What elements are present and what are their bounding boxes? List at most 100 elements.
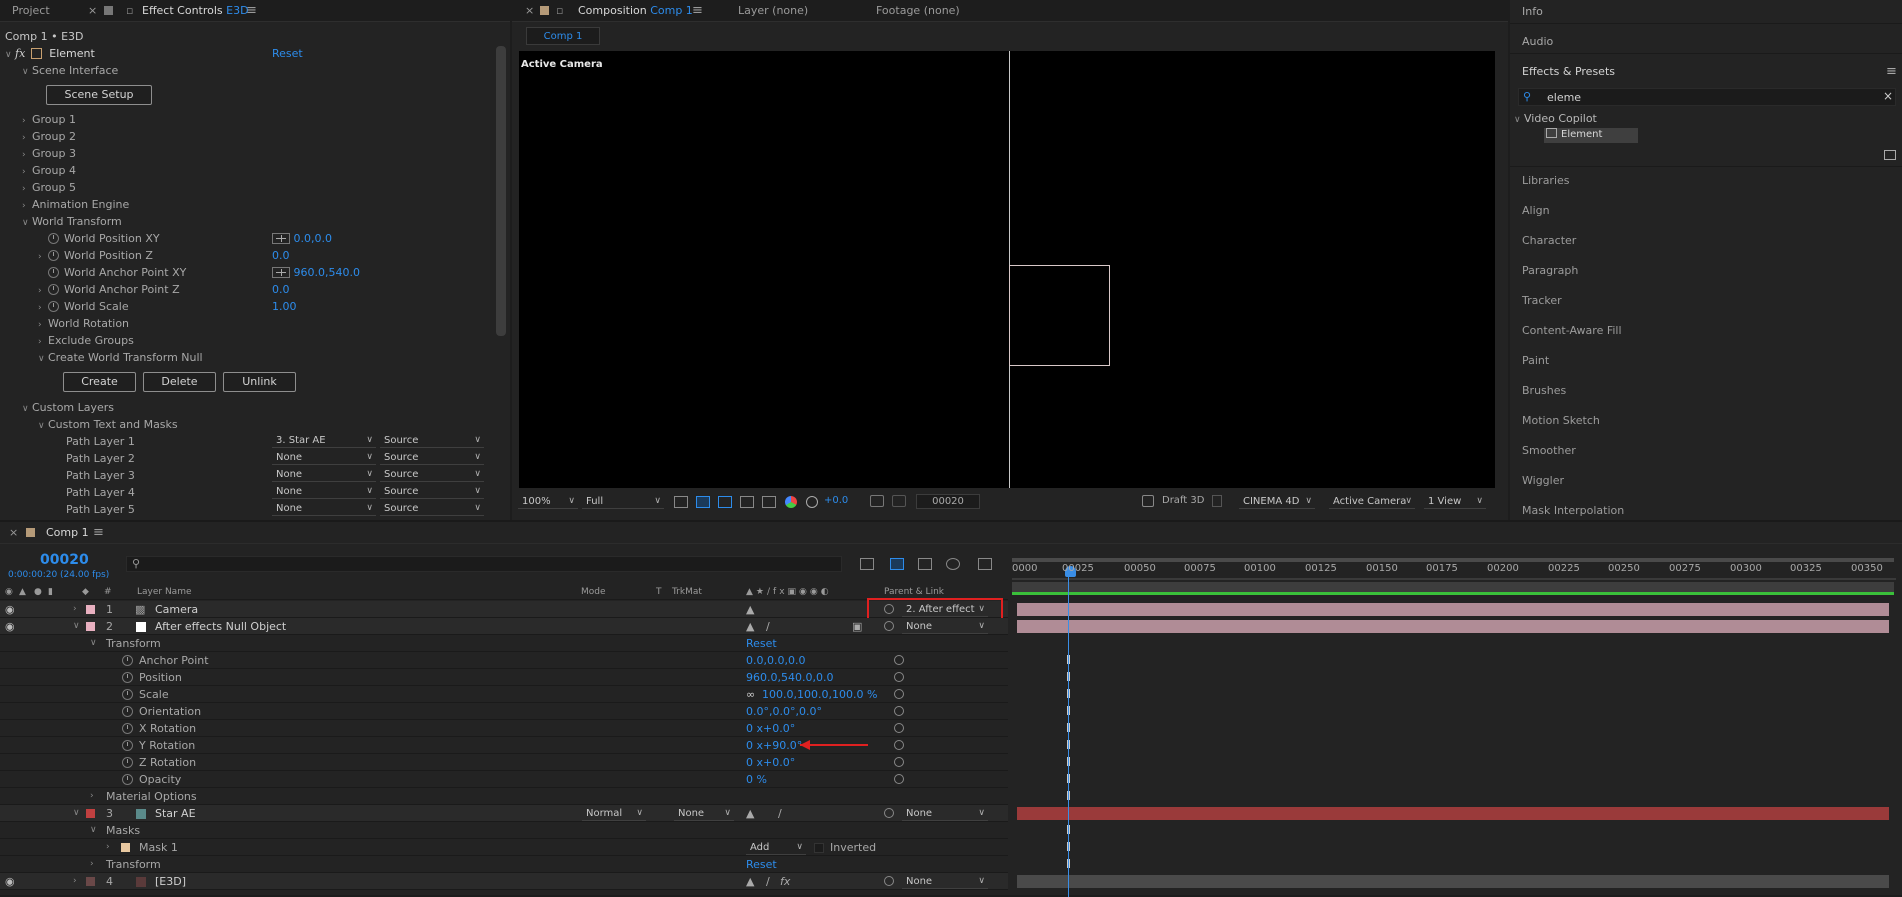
tab-composition[interactable]: Composition Comp 1 [578,0,693,22]
crosshair-icon[interactable] [272,233,290,244]
prop-value[interactable]: 0.0,0.0 [294,232,332,245]
effect-result-element[interactable]: Element [1544,128,1638,143]
tab-project[interactable]: Project [12,0,50,22]
prop-value[interactable]: 0.0°,0.0°,0.0° [746,703,822,720]
fx-icon[interactable]: fx [15,47,25,60]
create-null-group[interactable]: ∨Create World Transform Null [38,349,510,366]
layer-name[interactable]: After effects Null Object [155,618,286,635]
camera-snapshot-icon[interactable] [870,495,884,507]
3d-layer-icon[interactable]: ▣ [852,618,862,635]
zoom-select[interactable]: 100% ∨ [518,495,578,509]
shy-switch-icon[interactable]: ▲ [746,873,754,890]
inverted-checkbox[interactable] [814,843,824,853]
transform-reset-link[interactable]: Reset [746,635,777,652]
tracker-tab[interactable]: Tracker [1522,294,1562,307]
stopwatch-icon[interactable] [122,689,133,700]
lock-icon[interactable] [540,0,553,22]
tab-layer[interactable]: Layer (none) [738,0,808,22]
stopwatch-icon[interactable] [122,757,133,768]
layer-row[interactable]: ◉ › 4 [E3D] ▲ ∕ fx None ∨ [0,873,1008,890]
viewer-timecode[interactable]: 00020 [916,494,980,509]
content-aware-fill-tab[interactable]: Content-Aware Fill [1522,324,1622,337]
lock-open-icon[interactable]: ▫ [556,0,563,22]
paragraph-tab[interactable]: Paragraph [1522,264,1578,277]
prop-value[interactable]: 0.0 [272,247,510,264]
effects-presets-tab[interactable]: Effects & Presets [1510,60,1902,84]
close-icon[interactable]: × [88,0,97,22]
info-panel-tab[interactable]: Info [1510,0,1902,24]
eye-icon[interactable]: ◉ [5,618,15,635]
stopwatch-icon[interactable] [48,250,59,261]
parent-select[interactable]: None ∨ [902,620,988,634]
layer-bounding-box[interactable] [1009,265,1110,366]
exposure-value[interactable]: +0.0 [824,495,848,506]
renderer-select[interactable]: CINEMA 4D ∨ [1239,495,1315,509]
effects-search-input[interactable]: ⚲ eleme × [1518,88,1896,106]
material-options-row[interactable]: › Material Options [0,788,1008,805]
pickwhip-icon[interactable] [894,703,904,720]
category-video-copilot[interactable]: ∨ Video Copilot [1514,112,1597,125]
path-layer-select[interactable]: None ∨ [272,485,376,499]
pickwhip-icon[interactable] [884,618,894,635]
prop-value[interactable]: 0 x+90.0° [746,737,802,754]
parent-select[interactable]: None ∨ [902,807,988,821]
chevron-right-icon[interactable]: › [73,873,77,890]
create-button[interactable]: Create [63,372,136,392]
scene-setup-button[interactable]: Scene Setup [46,85,152,105]
layer-row[interactable]: ◉ ∨ 2 After effects Null Object ▲ ∕ ▣ No… [0,618,1008,635]
pickwhip-icon[interactable] [894,737,904,754]
group-1[interactable]: ›Group 1 [22,111,510,128]
layer-duration-bar[interactable] [1017,807,1889,820]
composition-mini-flowchart-icon[interactable] [860,558,874,570]
shy-switch-icon[interactable]: ▲ [746,805,754,822]
label-color-swatch[interactable] [86,877,95,886]
motion-blur-icon[interactable] [946,558,960,570]
prop-value[interactable]: 0 x+0.0° [746,754,795,771]
draft-3d-icon[interactable] [890,558,904,570]
layer-name-header[interactable]: Layer Name [137,584,192,600]
chevron-down-icon[interactable]: ∨ [90,635,97,652]
mask-visibility-icon[interactable] [718,496,732,508]
layer-name[interactable]: [E3D] [155,873,186,890]
menu-icon[interactable]: ≡ [246,0,257,22]
prop-value[interactable]: 0 % [746,771,767,788]
menu-icon[interactable]: ≡ [692,0,703,22]
grid-guides-icon[interactable] [762,496,776,508]
layer-search-input[interactable]: ⚲ [126,556,842,572]
path-source-select[interactable]: Source ∨ [380,451,484,465]
stopwatch-icon[interactable] [122,774,133,785]
stopwatch-icon[interactable] [48,267,59,278]
crosshair-icon[interactable] [272,267,290,278]
prop-value[interactable]: 100.0,100.0,100.0 % [762,686,877,703]
align-tab[interactable]: Align [1522,204,1550,217]
path-layer-select[interactable]: None ∨ [272,502,376,516]
exclude-groups-group[interactable]: ›Exclude Groups [38,332,510,349]
path-layer-select[interactable]: 3. Star AE ∨ [272,434,376,448]
transform-reset-link[interactable]: Reset [746,856,777,873]
parent-select[interactable]: None ∨ [902,875,988,889]
quality-switch-icon[interactable]: ∕ [766,873,770,890]
pickwhip-icon[interactable] [884,805,894,822]
prop-value[interactable]: 960.0,540.0 [294,266,360,279]
scene-interface-group[interactable]: ∨Scene Interface [22,62,510,79]
color-management-icon[interactable] [806,496,818,508]
draft-3d-toggle[interactable]: Draft 3D [1162,495,1204,506]
layer-name[interactable]: Star AE [155,805,196,822]
label-color-swatch[interactable] [86,622,95,631]
delete-button[interactable]: Delete [143,372,216,392]
camera-view-select[interactable]: Active Camera ∨ [1329,495,1415,509]
show-snapshot-icon[interactable] [892,495,906,507]
pickwhip-icon[interactable] [894,686,904,703]
path-source-select[interactable]: Source ∨ [380,468,484,482]
fast-preview-icon[interactable] [674,496,688,508]
stopwatch-icon[interactable] [48,233,59,244]
path-source-select[interactable]: Source ∨ [380,502,484,516]
path-source-select[interactable]: Source ∨ [380,434,484,448]
audio-panel-tab[interactable]: Audio [1510,30,1902,54]
viewer-canvas[interactable]: Active Camera [519,51,1495,488]
stopwatch-icon[interactable] [122,706,133,717]
label-color-swatch[interactable] [86,605,95,614]
label-color-swatch[interactable] [86,809,95,818]
mode-header[interactable]: Mode [581,584,606,600]
close-icon[interactable]: × [525,0,534,22]
